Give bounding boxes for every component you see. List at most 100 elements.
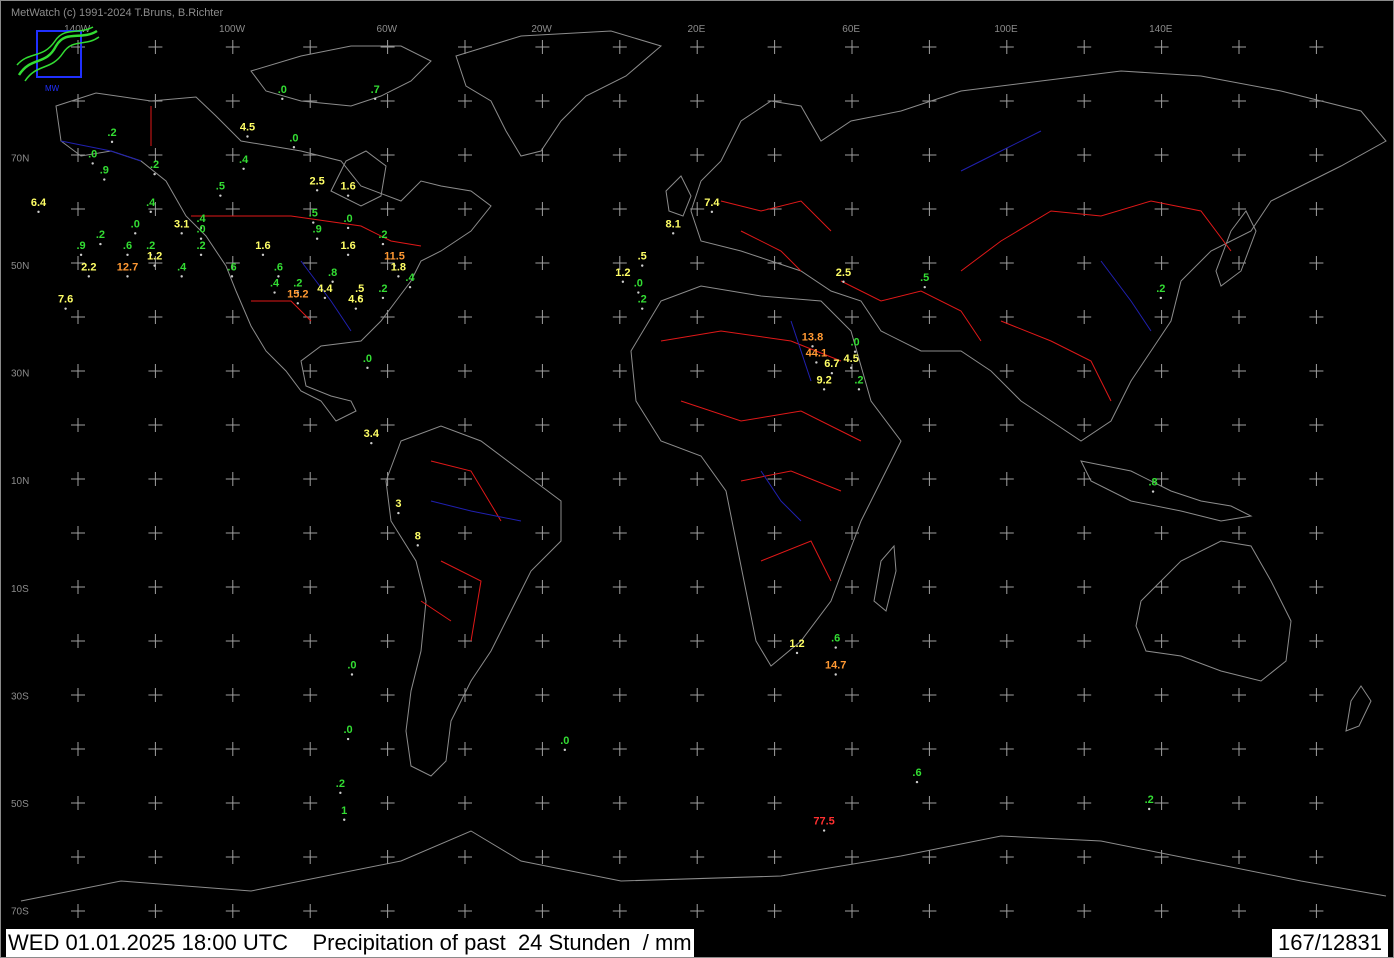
footer-counter: 167/12831 xyxy=(1272,929,1388,957)
station-dot xyxy=(397,511,400,515)
grid-cross xyxy=(1077,526,1092,540)
grid-cross xyxy=(458,94,472,108)
station-dot xyxy=(381,242,385,246)
grid-cross xyxy=(767,904,782,918)
grid-cross xyxy=(1154,904,1169,918)
grid-cross xyxy=(458,472,472,486)
precip-value-label: 1.2 xyxy=(147,251,162,263)
station-dot xyxy=(64,307,67,310)
station-dot xyxy=(246,135,249,138)
precip-value-label: .0 xyxy=(850,337,859,349)
longitude-label: 20W xyxy=(531,24,552,35)
station-dot xyxy=(641,264,644,267)
grid-cross xyxy=(845,94,859,108)
precip-value-label: 9.2 xyxy=(816,374,831,386)
grid-cross xyxy=(1232,94,1246,108)
grid-cross xyxy=(303,904,318,918)
latitude-label: 10S xyxy=(11,584,29,595)
station-dot xyxy=(261,253,265,257)
precip-value-label: .2 xyxy=(336,778,345,790)
precip-value-label: .0 xyxy=(363,353,372,365)
grid-cross xyxy=(71,310,85,324)
station-dot xyxy=(292,146,296,149)
grid-cross xyxy=(1309,580,1324,594)
grid-cross xyxy=(922,256,937,270)
longitude-label: 60W xyxy=(377,24,398,35)
grid-cross xyxy=(1154,418,1169,432)
grid-cross xyxy=(71,418,85,432)
grid-cross xyxy=(71,742,85,756)
precip-value-label: 13.8 xyxy=(802,331,823,343)
grid-cross xyxy=(1154,256,1169,270)
footer-caption: WED 01.01.2025 18:00 UTC Precipitation o… xyxy=(6,929,694,957)
longitude-label: 100E xyxy=(994,24,1018,35)
grid-cross xyxy=(612,310,627,324)
grid-cross xyxy=(458,580,472,594)
grid-cross xyxy=(458,310,472,324)
grid-cross xyxy=(767,148,782,162)
station-dot xyxy=(621,280,625,283)
grid-cross xyxy=(225,40,240,54)
latitude-label: 70S xyxy=(11,907,29,918)
grid-cross xyxy=(1309,742,1324,756)
grid-cross xyxy=(380,688,395,702)
grid-cross xyxy=(999,580,1014,594)
precip-value-label: .2 xyxy=(196,240,205,252)
grid-cross xyxy=(690,256,705,270)
station-dot xyxy=(923,285,926,289)
grid-cross xyxy=(767,796,782,810)
station-dot xyxy=(346,194,350,197)
precip-value-label: 7.4 xyxy=(704,197,720,209)
latitude-label: 30S xyxy=(11,691,29,702)
grid-cross xyxy=(1154,364,1169,378)
europe-borders xyxy=(720,200,832,272)
grid-cross xyxy=(922,310,937,324)
eurasia-coast xyxy=(690,70,1387,442)
grid-cross xyxy=(303,256,318,270)
latitude-label: 10N xyxy=(11,476,29,487)
precip-value-label: 1.6 xyxy=(255,240,270,252)
precip-value-label: 7.6 xyxy=(58,294,73,306)
precip-value-label: 1.6 xyxy=(340,181,355,193)
precip-value-label: .0 xyxy=(560,735,569,747)
precip-value-label: .6 xyxy=(227,261,236,273)
grid-cross xyxy=(999,418,1014,432)
grid-cross xyxy=(380,580,395,594)
grid-cross xyxy=(303,742,318,756)
grid-cross xyxy=(535,742,550,756)
precip-value-label: .0 xyxy=(344,213,353,225)
precip-value-label: .5 xyxy=(920,272,929,284)
middle-east-borders xyxy=(840,280,982,342)
grid-cross xyxy=(148,418,163,432)
grid-cross xyxy=(380,796,395,810)
grid-cross xyxy=(690,850,705,864)
grid-cross xyxy=(225,580,240,594)
grid-cross xyxy=(845,580,859,594)
precip-value-label: .5 xyxy=(638,251,647,263)
grid-cross xyxy=(922,850,937,864)
grid-cross xyxy=(922,742,937,756)
grid-cross xyxy=(380,742,395,756)
grid-cross xyxy=(767,256,782,270)
station-dot xyxy=(373,97,377,101)
precip-value-label: .7 xyxy=(371,84,380,96)
grid-cross xyxy=(1309,688,1324,702)
grid-cross xyxy=(1309,796,1324,810)
precip-value-label: .6 xyxy=(123,240,132,252)
grid-cross xyxy=(999,688,1014,702)
longitude-label: 140E xyxy=(1149,24,1173,35)
grid-cross xyxy=(148,634,163,648)
grid-cross xyxy=(612,850,627,864)
grid-cross xyxy=(71,634,85,648)
grid-cross xyxy=(1077,796,1092,810)
grid-cross xyxy=(380,364,395,378)
precip-value-label: .2 xyxy=(107,127,116,139)
grid-cross xyxy=(690,94,705,108)
grid-cross xyxy=(1077,40,1092,54)
grid-cross xyxy=(1309,364,1324,378)
station-dot xyxy=(99,242,102,246)
grid-cross xyxy=(148,904,163,918)
grid-cross xyxy=(1077,310,1092,324)
station-dot xyxy=(339,791,342,795)
precip-value-label: .4 xyxy=(146,197,156,209)
